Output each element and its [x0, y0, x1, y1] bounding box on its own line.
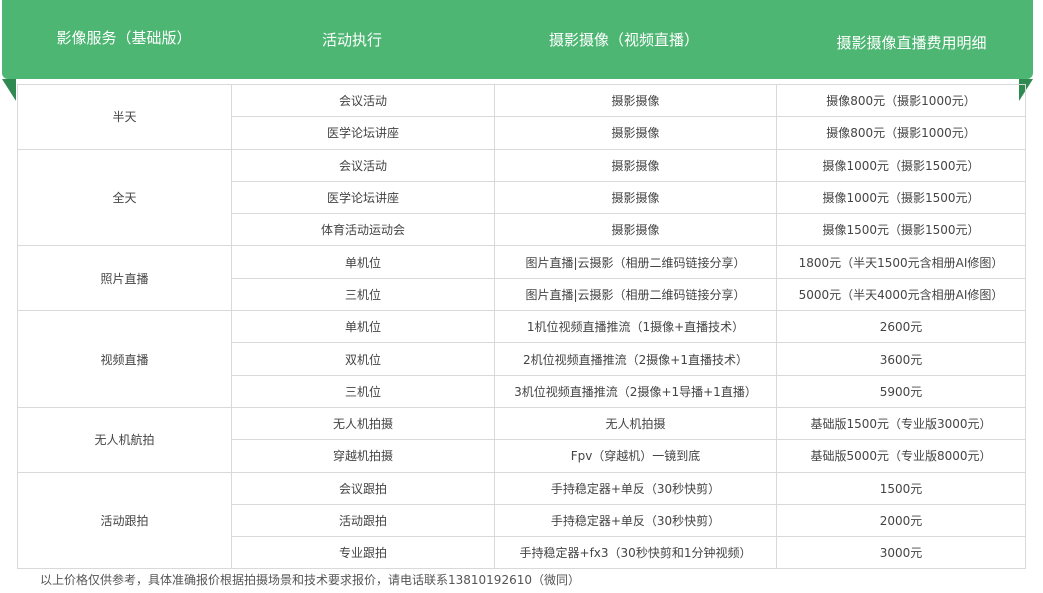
group-label: 视频直播 [17, 310, 232, 408]
service-cell: 无人机拍摄 [494, 406, 777, 441]
activity-cell: 医学论坛讲座 [231, 116, 495, 150]
price-cell: 5000元（半天4000元含相册AI修图） [776, 277, 1026, 312]
service-cell: 手持稳定器+fx3（30秒快剪和1分钟视频） [494, 536, 777, 570]
price-cell: 5900元 [776, 374, 1026, 408]
table-row: 视频直播 单机位 1机位视频直播推流（1摄像+直播技术） 2600元 [17, 310, 1026, 408]
service-cell: 摄影摄像 [494, 83, 777, 118]
price-table-body: 半天 会议活动 摄影摄像 摄像800元（摄影1000元） 医学论坛讲座 摄影摄像… [17, 83, 1026, 570]
price-cell: 摄像1000元（摄影1500元） [776, 148, 1026, 182]
activity-cell: 三机位 [231, 277, 495, 312]
service-cell: 2机位视频直播推流（2摄像+1直播技术） [494, 342, 777, 376]
activity-cell: 单机位 [231, 245, 495, 279]
header-col-photo-video: 摄影摄像（视频直播） [548, 31, 699, 49]
service-cell: 摄影摄像 [494, 148, 777, 182]
service-cell: 摄影摄像 [494, 213, 777, 247]
price-cell: 1500元 [776, 471, 1026, 505]
service-cell: 图片直播|云摄影（相册二维码链接分享） [494, 277, 777, 312]
activity-cell: 无人机拍摄 [231, 406, 495, 441]
price-cell: 1800元（半天1500元含相册AI修图） [776, 245, 1026, 279]
price-cell: 基础版5000元（专业版8000元） [776, 439, 1026, 473]
group-label: 照片直播 [17, 245, 232, 312]
group-label: 活动跟拍 [17, 471, 232, 570]
price-cell: 摄像1000元（摄影1500元） [776, 180, 1026, 215]
service-cell: 1机位视频直播推流（1摄像+直播技术） [494, 310, 777, 344]
table-row: 全天 会议活动 摄影摄像 摄像1000元（摄影1500元） [17, 148, 1026, 247]
price-cell: 摄像800元（摄影1000元） [776, 116, 1026, 150]
group-label: 无人机航拍 [17, 406, 232, 473]
table-row: 半天 会议活动 摄影摄像 摄像800元（摄影1000元） [17, 83, 1026, 150]
price-cell: 2000元 [776, 503, 1026, 538]
table-row: 活动跟拍 会议跟拍 手持稳定器+单反（30秒快剪） 1500元 [17, 471, 1026, 570]
header-col-price: 摄影摄像直播费用明细 [836, 34, 987, 52]
ribbon-fold-left [2, 79, 16, 101]
price-note: 以上价格仅供参考，具体准确报价根据拍摄场景和技术要求报价，请电话联系138101… [40, 573, 580, 587]
activity-cell: 单机位 [231, 310, 495, 344]
activity-cell: 三机位 [231, 374, 495, 408]
header-col-activity: 活动执行 [321, 31, 382, 49]
price-cell: 3000元 [776, 536, 1026, 570]
price-cell: 基础版1500元（专业版3000元） [776, 406, 1026, 441]
activity-cell: 会议跟拍 [231, 471, 495, 505]
service-cell: 摄影摄像 [494, 180, 777, 215]
activity-cell: 穿越机拍摄 [231, 439, 495, 473]
service-cell: 摄影摄像 [494, 116, 777, 150]
service-cell: 手持稳定器+单反（30秒快剪） [494, 503, 777, 538]
activity-cell: 会议活动 [231, 148, 495, 182]
table-row: 照片直播 单机位 图片直播|云摄影（相册二维码链接分享） 1800元（半天150… [17, 245, 1026, 312]
service-cell: 图片直播|云摄影（相册二维码链接分享） [494, 245, 777, 279]
group-label: 全天 [17, 148, 232, 247]
activity-cell: 专业跟拍 [231, 536, 495, 570]
service-cell: 手持稳定器+单反（30秒快剪） [494, 471, 777, 505]
price-cell: 摄像800元（摄影1000元） [776, 83, 1026, 118]
price-cell: 2600元 [776, 310, 1026, 344]
header-col-service: 影像服务（基础版） [56, 29, 192, 47]
group-label: 半天 [17, 84, 232, 150]
price-cell: 3600元 [776, 342, 1026, 376]
activity-cell: 会议活动 [231, 83, 495, 118]
activity-cell: 体育活动运动会 [231, 213, 495, 247]
price-cell: 摄像1500元（摄影1500元） [776, 213, 1026, 247]
service-cell: Fpv（穿越机）一镜到底 [494, 439, 777, 473]
price-table: 半天 会议活动 摄影摄像 摄像800元（摄影1000元） 医学论坛讲座 摄影摄像… [17, 83, 1026, 570]
activity-cell: 双机位 [231, 342, 495, 376]
service-cell: 3机位视频直播推流（2摄像+1导播+1直播） [494, 374, 777, 408]
activity-cell: 医学论坛讲座 [231, 180, 495, 215]
table-row: 无人机航拍 无人机拍摄 无人机拍摄 基础版1500元（专业版3000元） [17, 406, 1026, 473]
activity-cell: 活动跟拍 [231, 503, 495, 538]
